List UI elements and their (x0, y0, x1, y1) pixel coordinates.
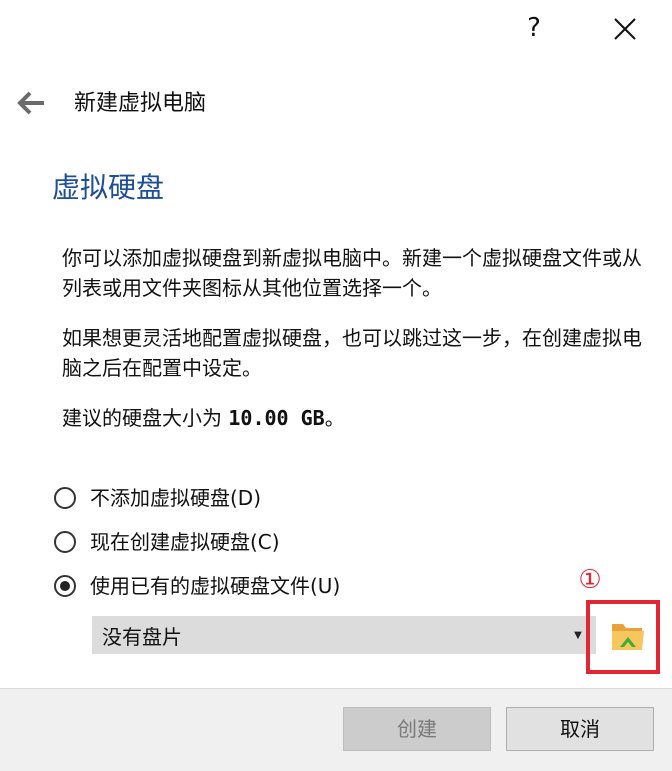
radio-label: 使用已有的虚拟硬盘文件(U) (90, 574, 341, 598)
recommended-size-suffix: 。 (324, 406, 345, 430)
help-button[interactable]: ? (516, 10, 552, 46)
dropdown-arrow-icon: ▼ (574, 629, 582, 641)
folder-icon (612, 624, 644, 650)
step-number-badge: ① (578, 565, 602, 595)
radio-no-disk[interactable]: 不添加虚拟硬盘(D) (54, 483, 261, 513)
radio-button[interactable] (54, 531, 76, 553)
back-button[interactable] (14, 88, 48, 118)
radio-create-disk[interactable]: 现在创建虚拟硬盘(C) (54, 527, 280, 557)
radio-label: 不添加虚拟硬盘(D) (90, 486, 262, 510)
create-button[interactable]: 创建 (343, 707, 491, 751)
radio-button[interactable] (54, 487, 76, 509)
back-arrow-icon (17, 91, 44, 115)
recommended-size-text: 建议的硬盘大小为 10.00 GB。 (62, 403, 652, 433)
close-icon (614, 18, 636, 40)
cancel-button[interactable]: 取消 (506, 707, 654, 751)
radio-use-existing-disk[interactable]: 使用已有的虚拟硬盘文件(U) (54, 571, 340, 601)
close-button[interactable] (606, 10, 644, 48)
choose-disk-file-button[interactable] (608, 616, 648, 656)
recommended-size-prefix: 建议的硬盘大小为 (62, 406, 229, 430)
disk-select-value: 没有盘片 (102, 624, 182, 649)
description-paragraph: 你可以添加虚拟硬盘到新虚拟电脑中。新建一个虚拟硬盘文件或从列表或用文件夹图标从其… (62, 246, 642, 300)
hint-paragraph: 如果想更灵活地配置虚拟硬盘，也可以跳过这一步，在创建虚拟电脑之后在配置中设定。 (62, 326, 642, 380)
radio-button-checked[interactable] (54, 575, 76, 597)
section-title: 虚拟硬盘 (52, 171, 165, 204)
radio-label: 现在创建虚拟硬盘(C) (90, 530, 280, 554)
wizard-title: 新建虚拟电脑 (74, 91, 207, 116)
recommended-size-value: 10.00 GB (228, 406, 325, 430)
disk-select-dropdown[interactable]: 没有盘片 ▼ (92, 616, 596, 654)
